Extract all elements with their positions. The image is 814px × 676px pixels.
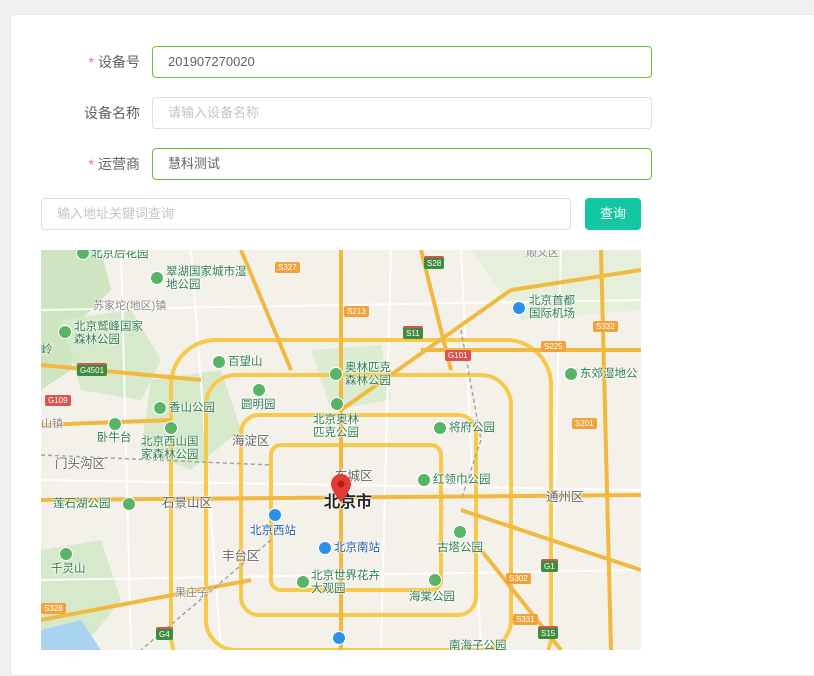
place-label: 北京鹫峰国家森林公园 xyxy=(74,321,143,346)
device-no-label: * 设备号 xyxy=(88,54,140,70)
place-label: 古塔公园 xyxy=(437,542,483,554)
place-label: 北京南站 xyxy=(334,542,380,554)
place-label: 百望山 xyxy=(228,356,263,368)
place-label: 海棠公园 xyxy=(409,591,455,603)
road-shield: G109 xyxy=(45,395,71,406)
road-shield: S213 xyxy=(344,306,369,317)
place-label: 北京世界花卉大观园 xyxy=(311,570,380,595)
edge-label: 山镇 xyxy=(41,418,63,430)
address-search-input[interactable]: 输入地址关键词查询 xyxy=(41,198,571,230)
required-mark: * xyxy=(88,156,94,172)
place-label: 千灵山 xyxy=(51,563,86,575)
road-shield: G4 xyxy=(156,627,173,640)
edge-label: 岭 xyxy=(41,344,53,356)
place-label: 东郊湿地公 xyxy=(580,368,638,380)
airport-icon xyxy=(513,302,525,314)
district-label: 门头沟区 xyxy=(55,457,106,471)
park-icon xyxy=(60,548,72,560)
district-label: 海淀区 xyxy=(232,434,270,448)
place-label: 北京西站 xyxy=(250,525,296,537)
operator-label: * 运营商 xyxy=(88,156,140,172)
park-icon xyxy=(59,326,71,338)
edge-label: 南海子公园 xyxy=(449,640,507,650)
device-name-label: 设备名称 xyxy=(84,105,140,121)
place-label: 红领巾公园 xyxy=(433,474,491,486)
road-shield: S225 xyxy=(541,341,566,352)
map-view[interactable]: 海淀区 东城区 通州区 石景山区 丰台区 门头沟区 苏家坨(地区)镇 北京市 北… xyxy=(41,250,641,650)
station-icon xyxy=(319,542,331,554)
road-shield: S331 xyxy=(513,614,538,625)
road-shield: S28 xyxy=(424,256,445,269)
operator-input[interactable]: 慧科测试 xyxy=(152,148,652,180)
location-pin-icon[interactable] xyxy=(331,474,351,502)
road-shield: S201 xyxy=(572,418,597,429)
station-icon xyxy=(269,509,281,521)
park-icon xyxy=(109,418,121,430)
park-icon xyxy=(418,474,430,486)
airport-icon xyxy=(333,632,345,644)
road-shield: S11 xyxy=(403,326,423,339)
town-label: 苏家坨(地区)镇 xyxy=(93,300,167,312)
place-label: 香山公园 xyxy=(169,402,215,414)
park-icon xyxy=(165,422,177,434)
place-label: 将府公园 xyxy=(449,422,495,434)
park-icon xyxy=(154,402,166,414)
edge-label: 果庄子 xyxy=(175,587,208,599)
device-no-input[interactable]: 201907270020 xyxy=(152,46,652,78)
place-label: 翠湖国家城市湿地公园 xyxy=(166,266,247,291)
district-label: 通州区 xyxy=(546,490,584,504)
park-icon xyxy=(151,272,163,284)
park-icon xyxy=(253,384,265,396)
park-icon xyxy=(213,356,225,368)
place-label: 莲石湖公园 xyxy=(53,498,111,510)
road-shield: G4501 xyxy=(77,363,108,376)
place-label: 圆明园 xyxy=(241,399,276,411)
district-label: 石景山区 xyxy=(162,496,213,510)
edge-label: 顺义区 xyxy=(526,250,559,259)
place-label: 奥林匹克森林公园 xyxy=(345,362,391,387)
park-icon xyxy=(429,574,441,586)
road-shield: S327 xyxy=(275,262,300,273)
park-icon xyxy=(454,526,466,538)
place-label: 北京西山国家森林公园 xyxy=(141,436,199,461)
park-icon xyxy=(434,422,446,434)
road-shield: S15 xyxy=(538,626,559,639)
place-label: 北京奥林匹克公园 xyxy=(313,414,359,439)
place-label: 北京首都国际机场 xyxy=(529,295,575,320)
road-shield: G1 xyxy=(541,559,558,572)
place-label: 北京后花园 xyxy=(91,250,149,260)
road-shield: S332 xyxy=(593,321,618,332)
park-icon xyxy=(123,498,135,510)
place-label: 卧牛台 xyxy=(97,432,132,444)
road-shield: S328 xyxy=(41,603,66,614)
park-icon xyxy=(330,368,342,380)
required-mark: * xyxy=(88,54,94,70)
road-shield: G101 xyxy=(445,350,471,361)
device-no-row: * 设备号 201907270020 xyxy=(11,46,814,78)
park-icon xyxy=(565,368,577,380)
park-icon xyxy=(297,576,309,588)
device-name-input[interactable]: 请输入设备名称 xyxy=(152,97,652,129)
operator-row: * 运营商 慧科测试 xyxy=(11,148,814,180)
park-icon xyxy=(331,398,343,410)
district-label: 丰台区 xyxy=(222,549,260,563)
road-shield: S302 xyxy=(506,573,531,584)
search-button[interactable]: 查询 xyxy=(585,198,641,230)
device-name-row: 设备名称 请输入设备名称 xyxy=(11,97,814,129)
